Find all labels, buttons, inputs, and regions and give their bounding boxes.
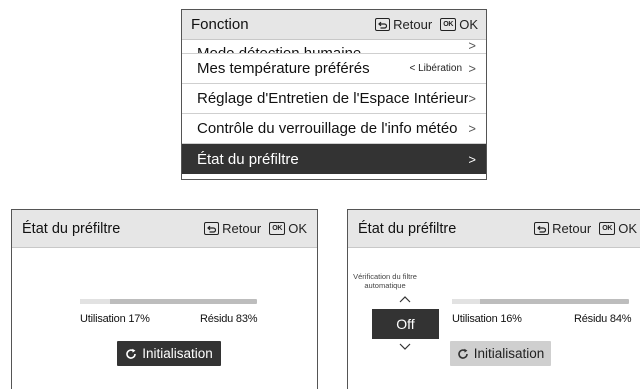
back-label: Retour [222,221,262,236]
back-button[interactable]: Retour [375,17,432,32]
back-icon [204,222,220,235]
filter-usage-fill [80,299,111,304]
back-button[interactable]: Retour [204,221,261,236]
menu-item-human-detection[interactable]: Mode détection humaine > [182,40,486,54]
ok-button[interactable]: OK OK [599,221,637,236]
chevron-right-icon: > [468,121,476,136]
ok-label: OK [618,221,637,236]
back-icon [534,222,550,235]
initialize-button: Initialisation [450,341,551,366]
chevron-right-icon: > [468,40,476,53]
filter-usage-fill [452,299,481,304]
menu-item-value: < Libération [409,63,462,74]
initialize-label: Initialisation [473,346,545,361]
menu-item-label: Mes température préférés [197,60,370,77]
chevron-right-icon: > [468,61,476,76]
panel-header: État du préfiltre Retour OK OK [12,210,317,248]
usage-label: Utilisation 17% [80,313,150,325]
menu-item-indoor-maintenance[interactable]: Réglage d'Entretien de l'Espace Intérieu… [182,84,486,114]
panel-header: État du préfiltre Retour OK OK [348,210,640,248]
ok-icon: OK [269,222,286,235]
chevron-up-icon[interactable] [399,296,411,303]
ok-button[interactable]: OK OK [440,17,478,32]
ok-label: OK [459,17,478,32]
prefilter-status-panel-auto: État du préfiltre Retour OK OK Vérificat… [347,209,640,389]
usage-label: Utilisation 16% [452,313,522,325]
function-menu: Fonction Retour OK OK Mode détection hum… [181,9,487,180]
auto-check-toggle[interactable]: Off [372,309,439,339]
menu-item-weather-lock[interactable]: Contrôle du verrouillage de l'info météo… [182,114,486,144]
menu-header: Fonction Retour OK OK [182,10,486,40]
menu-item-prefilter-status[interactable]: État du préfiltre > [182,144,486,174]
auto-check-label: Vérification du filtre automatique [353,272,417,290]
menu-item-label: Mode détection humaine [197,45,362,54]
menu-item-label: État du préfiltre [197,150,299,168]
ok-button[interactable]: OK OK [269,221,307,236]
menu-title: Fonction [191,16,249,33]
menu-list: Mode détection humaine > Mes température… [182,40,486,174]
refresh-icon [126,348,137,359]
residue-label: Résidu 84% [574,313,632,325]
chevron-down-icon[interactable] [399,343,411,350]
back-label: Retour [393,17,433,32]
filter-usage-bar [80,299,257,304]
refresh-icon [457,348,468,359]
initialize-label: Initialisation [142,346,213,361]
menu-item-preferred-temperature[interactable]: Mes température préférés < Libération > [182,54,486,84]
residue-label: Résidu 83% [200,313,258,325]
back-icon [375,18,391,31]
filter-usage-bar [452,299,629,304]
chevron-right-icon: > [468,91,476,106]
ok-icon: OK [599,222,616,235]
initialize-button[interactable]: Initialisation [117,341,221,366]
back-button[interactable]: Retour [534,221,591,236]
panel-title: État du préfiltre [358,220,457,237]
back-label: Retour [552,221,592,236]
ok-icon: OK [440,18,457,31]
prefilter-status-panel-manual: État du préfiltre Retour OK OK Utilisati… [11,209,318,389]
chevron-right-icon: > [468,151,476,167]
menu-item-label: Réglage d'Entretien de l'Espace Intérieu… [197,90,468,107]
menu-item-label: Contrôle du verrouillage de l'info météo [197,120,458,137]
ok-label: OK [288,221,307,236]
panel-title: État du préfiltre [22,220,121,237]
